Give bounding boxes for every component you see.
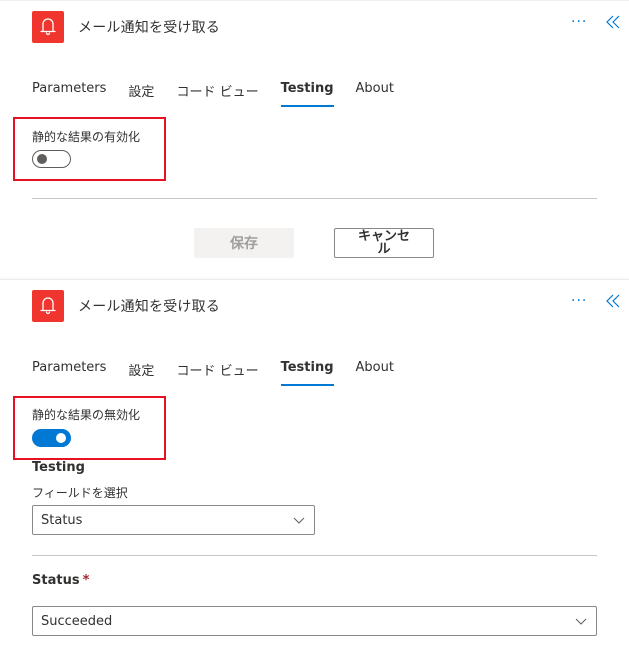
status-label-text: Status [32,573,80,588]
tab-testing[interactable]: Testing [280,358,334,386]
static-result-toggle[interactable] [32,150,71,168]
toggle-knob [56,433,66,443]
action-title: メール通知を受け取る [78,299,220,315]
tab-about[interactable]: About [356,79,394,105]
divider [32,555,597,556]
highlight-annotation [13,117,166,181]
chevron-down-icon [293,517,305,524]
status-field-label: Status * [32,573,89,588]
action-title: メール通知を受け取る [78,20,220,36]
testing-section-title: Testing [32,460,85,475]
tab-code-view[interactable]: コード ビュー [176,79,258,105]
bell-icon [32,290,64,322]
double-chevron-left-icon[interactable] [605,292,621,310]
bell-icon [32,11,64,43]
tab-code-view[interactable]: コード ビュー [176,358,258,384]
field-select-value: Status [41,513,83,528]
static-result-toggle-label: 静的な結果の無効化 [32,408,141,422]
more-options-button[interactable]: ··· [571,293,587,309]
tab-bar: Parameters 設定 コード ビュー Testing About [32,358,416,386]
double-chevron-left-icon[interactable] [605,13,621,31]
divider [32,198,597,199]
action-panel-disabled-state: メール通知を受け取る ··· Parameters 設定 コード ビュー Tes… [0,0,629,279]
tab-about[interactable]: About [356,358,394,384]
tab-settings[interactable]: 設定 [128,79,154,105]
panel-header: メール通知を受け取る ··· [0,1,629,53]
tab-parameters[interactable]: Parameters [32,79,106,105]
save-button[interactable]: 保存 [194,228,294,258]
field-select-dropdown[interactable]: Status [32,505,315,535]
static-result-toggle[interactable] [32,429,71,447]
chevron-down-icon [575,618,587,625]
field-select-label: フィールドを選択 [32,486,128,500]
action-panel-enabled-state: メール通知を受け取る ··· Parameters 設定 コード ビュー Tes… [0,279,629,659]
tab-parameters[interactable]: Parameters [32,358,106,384]
tab-bar: Parameters 設定 コード ビュー Testing About [32,79,416,107]
tab-testing[interactable]: Testing [280,79,334,107]
status-dropdown[interactable]: Succeeded [32,606,597,636]
panel-header: メール通知を受け取る ··· [0,280,629,332]
required-marker: * [82,573,90,588]
tab-settings[interactable]: 設定 [128,358,154,384]
static-result-toggle-label: 静的な結果の有効化 [32,130,141,144]
cancel-button[interactable]: キャンセル [334,228,434,258]
more-options-button[interactable]: ··· [571,14,587,30]
status-value: Succeeded [41,614,113,629]
toggle-knob [37,154,47,164]
